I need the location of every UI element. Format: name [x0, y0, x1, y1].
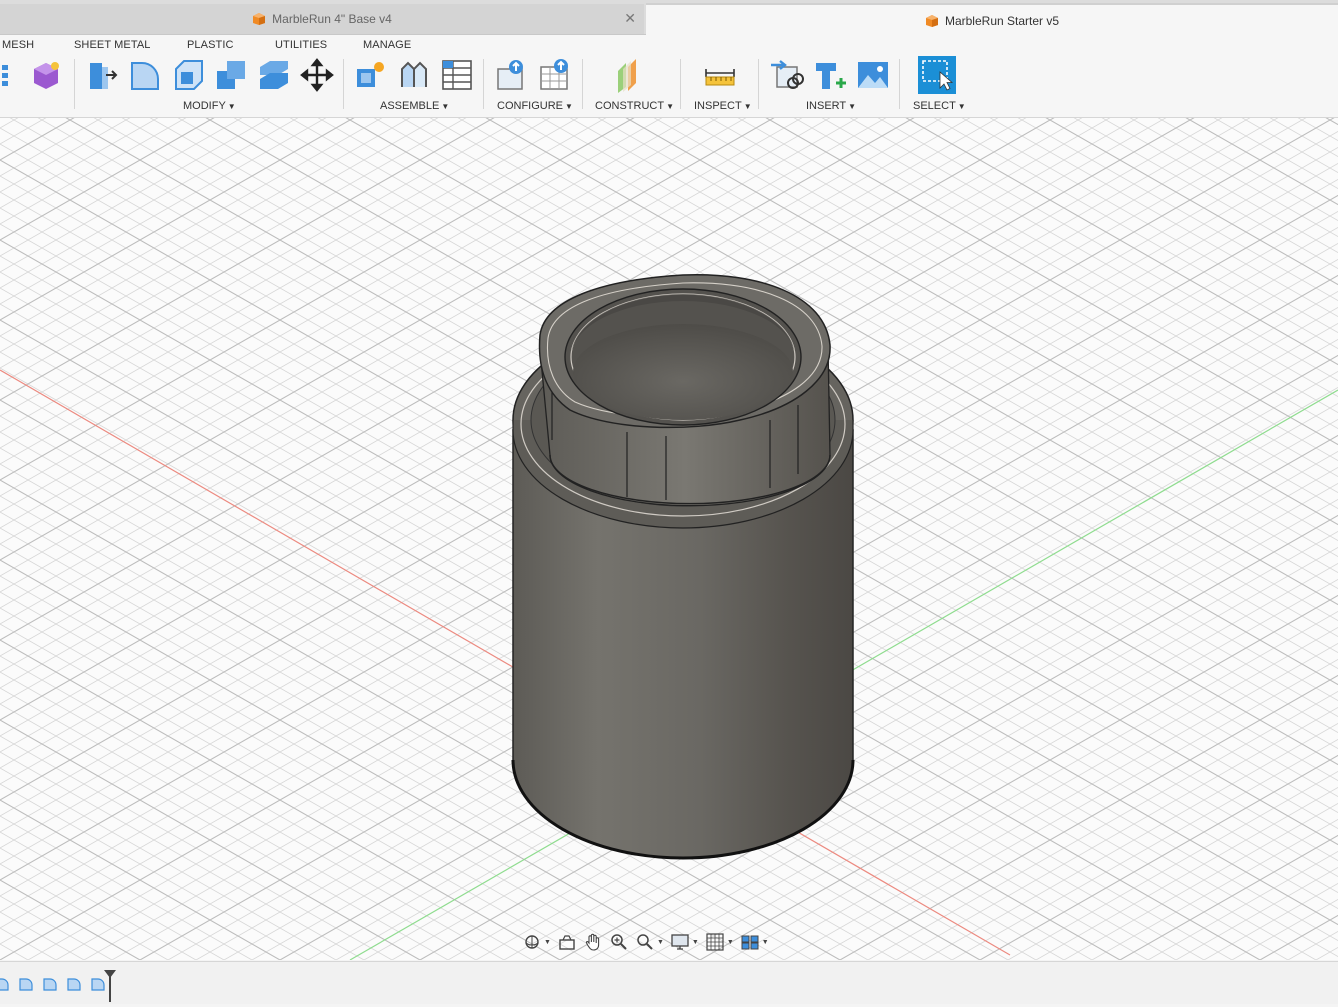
split-body-icon[interactable] — [256, 57, 292, 93]
construct-label: CONSTRUCT — [595, 100, 665, 112]
separator — [680, 59, 681, 109]
caret-down-icon[interactable]: ▼ — [544, 939, 551, 946]
configure-label: CONFIGURE — [497, 100, 563, 112]
timeline-feature-icon[interactable] — [18, 976, 34, 992]
zoom-icon[interactable] — [609, 932, 629, 952]
model-canvas[interactable] — [0, 118, 1338, 960]
separator — [483, 59, 484, 109]
close-icon[interactable]: ✕ — [624, 10, 636, 27]
insert-menu[interactable]: INSERT ▼ — [806, 100, 856, 112]
grid-icon[interactable] — [705, 932, 725, 952]
shell-icon[interactable] — [170, 57, 206, 93]
document-tab-base[interactable]: MarbleRun 4" Base v4 ✕ — [0, 4, 644, 34]
display-settings-icon[interactable] — [670, 932, 690, 952]
combine-icon[interactable] — [213, 57, 249, 93]
viewports-icon[interactable] — [740, 932, 760, 952]
insert-label: INSERT — [806, 100, 847, 112]
bom-icon[interactable] — [439, 57, 475, 93]
separator — [758, 59, 759, 109]
inspect-menu[interactable]: INSPECT ▼ — [694, 100, 752, 112]
caret-down-icon: ▼ — [565, 102, 573, 111]
component-icon — [252, 12, 266, 26]
tab-manage[interactable]: MANAGE — [363, 39, 411, 51]
caret-down-icon: ▼ — [227, 102, 236, 111]
configuration-table-icon[interactable] — [537, 57, 573, 93]
insert-derive-icon[interactable] — [769, 57, 805, 93]
caret-down-icon[interactable]: ▼ — [727, 939, 734, 946]
fit-icon[interactable] — [635, 932, 655, 952]
configure-icon[interactable] — [494, 57, 530, 93]
joint-icon[interactable] — [396, 57, 432, 93]
timeline-marker-icon[interactable] — [104, 970, 116, 1002]
document-tab-label: MarbleRun 4" Base v4 — [272, 12, 392, 26]
tab-mesh[interactable]: MESH — [2, 39, 34, 51]
document-tab-starter[interactable]: MarbleRun Starter v5 — [646, 3, 1338, 36]
pattern-icon[interactable] — [0, 57, 18, 93]
canvas-icon[interactable] — [855, 57, 891, 93]
fillet-icon[interactable] — [126, 57, 162, 93]
caret-down-icon: ▼ — [848, 102, 857, 111]
separator — [74, 59, 75, 109]
new-component-icon[interactable] — [353, 57, 389, 93]
press-pull-icon[interactable] — [84, 57, 120, 93]
caret-down-icon[interactable]: ▼ — [657, 939, 664, 946]
select-label: SELECT — [913, 100, 956, 112]
timeline — [0, 961, 1338, 1004]
form-icon[interactable] — [28, 57, 64, 93]
timeline-feature-icon[interactable] — [0, 976, 10, 992]
look-at-icon[interactable] — [557, 932, 577, 952]
assemble-menu[interactable]: ASSEMBLE ▼ — [380, 100, 449, 112]
tab-utilities[interactable]: UTILITIES — [275, 39, 327, 51]
tab-sheet-metal[interactable]: SHEET METAL — [74, 39, 151, 51]
caret-down-icon: ▼ — [666, 102, 674, 111]
modify-label: MODIFY — [183, 100, 226, 112]
canvas-viewport[interactable]: ▼ ▼ ▼ ▼ ▼ — [0, 118, 1338, 960]
pan-icon[interactable] — [583, 932, 603, 952]
move-icon[interactable] — [299, 57, 335, 93]
insert-mcmaster-icon[interactable] — [812, 57, 848, 93]
timeline-feature-icon[interactable] — [42, 976, 58, 992]
document-tab-bar: MarbleRun 4" Base v4 ✕ MarbleRun Starter… — [0, 0, 1338, 36]
select-icon[interactable] — [918, 56, 956, 94]
tab-plastic[interactable]: PLASTIC — [187, 39, 234, 51]
caret-down-icon: ▼ — [441, 102, 450, 111]
navigation-bar: ▼ ▼ ▼ ▼ ▼ — [522, 930, 769, 954]
orbit-icon[interactable] — [522, 932, 542, 952]
separator — [582, 59, 583, 109]
inspect-label: INSPECT — [694, 100, 742, 112]
caret-down-icon[interactable]: ▼ — [692, 939, 699, 946]
toolbar-ribbon: MESH SHEET METAL PLASTIC UTILITIES MANAG… — [0, 35, 1338, 118]
measure-icon[interactable] — [702, 57, 738, 93]
configure-menu[interactable]: CONFIGURE ▼ — [497, 100, 573, 112]
document-tab-label: MarbleRun Starter v5 — [944, 13, 1060, 28]
caret-down-icon: ▼ — [957, 102, 966, 111]
separator — [343, 59, 344, 109]
construct-menu[interactable]: CONSTRUCT ▼ — [595, 100, 674, 112]
caret-down-icon: ▼ — [743, 102, 752, 111]
select-menu[interactable]: SELECT ▼ — [913, 100, 966, 112]
assemble-label: ASSEMBLE — [380, 100, 440, 112]
caret-down-icon[interactable]: ▼ — [762, 939, 769, 946]
collar-ring[interactable] — [538, 273, 831, 507]
offset-plane-icon[interactable] — [612, 57, 648, 93]
timeline-feature-icon[interactable] — [66, 976, 82, 992]
component-icon — [925, 14, 939, 28]
separator — [899, 59, 900, 109]
modify-menu[interactable]: MODIFY ▼ — [183, 100, 236, 112]
